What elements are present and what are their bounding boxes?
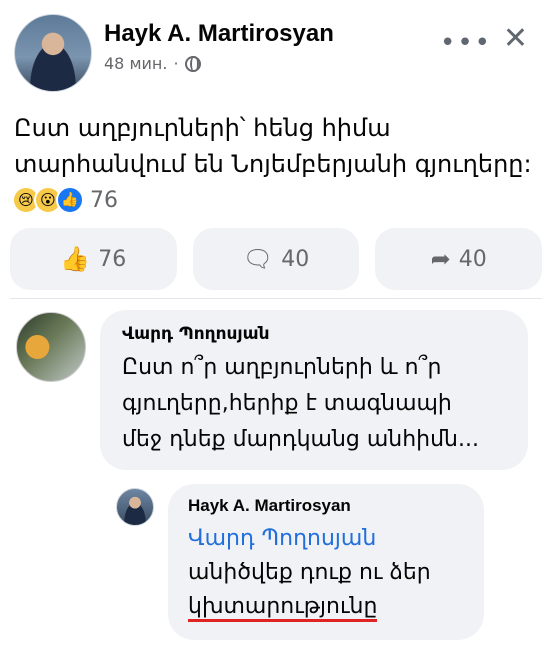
reply-author-name[interactable]: Hayk A. Martirosyan [188, 496, 464, 516]
author-avatar[interactable] [14, 14, 92, 92]
action-bar: 👍 76 🗨 40 ➦ 40 [10, 228, 543, 290]
reply-line-underlined: կխտարությունը [188, 594, 378, 622]
comment-line: գյուղերը,հերիք է տագնապի [122, 391, 452, 416]
comment-line: Ըստ ո՞ր աղբյուրների և ո՞ր [122, 355, 442, 380]
comment-text: Ըստ ո՞ր աղբյուրների և ո՞ր գյուղերը,հերիք… [122, 350, 506, 458]
meta-separator: · [173, 54, 179, 73]
post-text-line: տարհանվում են Նոյեմբերյանի գյուղերը: [14, 150, 532, 178]
reaction-count: 76 [90, 187, 118, 213]
commenter-avatar[interactable] [16, 312, 86, 382]
close-icon[interactable]: ✕ [503, 24, 528, 54]
reactions-summary[interactable]: 😢 😮 👍 76 [12, 186, 118, 214]
share-icon: ➦ [430, 245, 451, 273]
share-count: 40 [458, 246, 487, 272]
post-text: Ըստ աղբյուրների՝ հենց հիմա տարհանվում են… [14, 110, 538, 182]
divider [10, 298, 542, 299]
more-dots-icon[interactable]: ••• [440, 30, 492, 56]
thumbs-up-icon: 👍 [60, 245, 91, 273]
reply-line: անիծվեք դուք ու ձեր [188, 560, 431, 585]
commenter-name[interactable]: Վարդ Պողոսյան [122, 324, 506, 344]
like-count: 76 [98, 246, 127, 272]
share-button[interactable]: ➦ 40 [375, 228, 543, 290]
comment-line: մեջ դնեք մարդկանց անհիմն... [122, 427, 479, 452]
like-button[interactable]: 👍 76 [10, 228, 177, 290]
reply-bubble: Hayk A. Martirosyan Վարդ Պողոսյան անիծվե… [168, 484, 484, 640]
comment-bubble: Վարդ Պողոսյան Ըստ ո՞ր աղբյուրների և ո՞ր … [100, 310, 528, 470]
author-name[interactable]: Hayk A. Martirosyan [104, 20, 334, 48]
reply-avatar[interactable] [116, 488, 154, 526]
comment-count: 40 [281, 246, 310, 272]
post-meta: 48 мин. · [104, 54, 201, 73]
comment-button[interactable]: 🗨 40 [192, 228, 360, 290]
post-header: Hayk A. Martirosyan 48 мин. · ••• ✕ [14, 12, 538, 92]
like-reaction-icon: 👍 [56, 186, 84, 214]
reply-text: Վարդ Պողոսյան անիծվեք դուք ու ձեր կխտարո… [188, 522, 464, 624]
globe-icon [184, 55, 201, 72]
post-time[interactable]: 48 мин. [104, 54, 167, 73]
mention-link[interactable]: Վարդ Պողոսյան [188, 522, 464, 556]
comment-icon: 🗨 [242, 245, 274, 273]
post-text-line: Ըստ աղբյուրների՝ հենց հիմա [14, 114, 391, 142]
